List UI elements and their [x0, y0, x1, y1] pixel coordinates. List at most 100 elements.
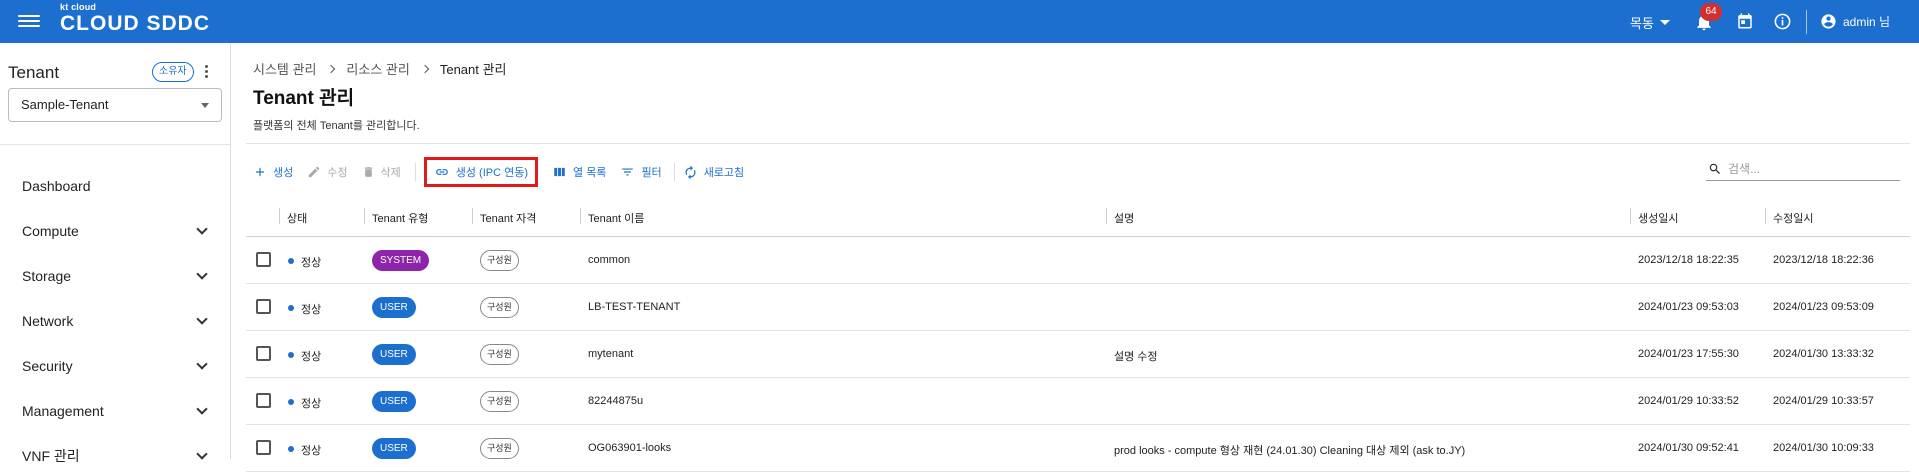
more-vert-icon[interactable]	[203, 64, 209, 80]
refresh-icon	[685, 165, 696, 179]
create-button[interactable]: 생성	[253, 164, 293, 180]
section-divider	[246, 143, 1910, 144]
tenant-name[interactable]: mytenant	[588, 348, 633, 360]
owner-badge: 소유자	[152, 62, 194, 82]
sidebar-item-network[interactable]: Network	[0, 301, 230, 341]
modified-at: 2023/12/18 18:22:36	[1773, 254, 1874, 266]
main-content: 시스템 관리 리소스 관리 Tenant 관리 Tenant 관리 플랫폼의 전…	[232, 43, 1919, 472]
sidebar-item-storage[interactable]: Storage	[0, 256, 230, 296]
logo-small-text: kt cloud	[60, 2, 97, 12]
app-logo[interactable]: kt cloud CLOUD SDDC	[60, 2, 210, 35]
dropdown-arrow-icon	[201, 103, 209, 108]
chevron-right-icon	[327, 64, 336, 73]
create-ipc-label: 생성 (IPC 연동)	[455, 167, 529, 179]
status-text: 정상	[301, 304, 322, 316]
top-app-bar: kt cloud CLOUD SDDC 목동 64 admin 님	[0, 0, 1919, 43]
row-checkbox[interactable]	[256, 299, 271, 314]
header-divider	[1806, 10, 1807, 34]
column-header-name[interactable]: Tenant 이름	[579, 208, 644, 226]
status-dot-icon	[288, 305, 294, 311]
user-name: admin 님	[1843, 15, 1891, 29]
tenant-name[interactable]: common	[588, 254, 630, 266]
tenant-role-chip: 구성원	[480, 344, 519, 365]
sidebar-item-security[interactable]: Security	[0, 346, 230, 386]
breadcrumb-current: Tenant 관리	[439, 62, 507, 77]
delete-button[interactable]: 삭제	[362, 164, 401, 180]
tenant-type-badge: USER	[372, 344, 416, 365]
sidebar-item-management[interactable]: Management	[0, 391, 230, 431]
breadcrumb-item[interactable]: 리소스 관리	[346, 59, 409, 78]
column-header-description[interactable]: 설명	[1105, 208, 1134, 226]
tenant-type-badge: USER	[372, 438, 416, 459]
tenant-type-badge: SYSTEM	[372, 250, 430, 271]
tenant-name[interactable]: OG063901-looks	[588, 442, 671, 454]
modified-at: 2024/01/23 09:53:09	[1773, 301, 1874, 313]
search-input[interactable]	[1728, 161, 1888, 176]
table-body: 정상 SYSTEM 구성원 common 2023/12/18 18:22:35 2023…	[246, 237, 1910, 472]
tenant-description: 설명 수정	[1114, 351, 1158, 363]
chevron-down-icon	[196, 223, 208, 235]
user-menu[interactable]: admin 님	[1820, 13, 1890, 30]
page-description: 플랫폼의 전체 Tenant를 관리합니다.	[253, 120, 420, 132]
column-header-type[interactable]: Tenant 유형	[363, 208, 428, 226]
table-row[interactable]: 정상 USER 구성원 LB-TEST-TENANT 2024/01/23 09:53:…	[246, 284, 1910, 331]
sidebar-item-compute[interactable]: Compute	[0, 211, 230, 251]
info-icon[interactable]	[1773, 12, 1792, 31]
create-ipc-button[interactable]: 생성 (IPC 연동)	[423, 157, 539, 187]
filter-list-icon	[622, 168, 634, 176]
tenant-select[interactable]: Sample-Tenant	[8, 88, 222, 122]
column-header-role[interactable]: Tenant 자격	[471, 208, 536, 226]
sidebar-divider	[0, 144, 230, 145]
column-header-created[interactable]: 생성일시	[1629, 208, 1678, 226]
created-at: 2024/01/29 10:33:52	[1638, 395, 1739, 407]
status-text: 정상	[301, 351, 322, 363]
row-checkbox[interactable]	[256, 346, 271, 361]
breadcrumb-item[interactable]: 시스템 관리	[253, 59, 316, 78]
table-row[interactable]: 정상 USER 구성원 mytenant 설명 수정 2024/01/23 17:55:3…	[246, 331, 1910, 378]
chevron-down-icon	[196, 268, 208, 280]
calendar-icon[interactable]	[1736, 12, 1754, 30]
sidebar-item-label: VNF 관리	[22, 448, 80, 464]
sidebar-item-label: Management	[22, 403, 104, 419]
tenant-name[interactable]: LB-TEST-TENANT	[588, 301, 680, 313]
filter-label: 필터	[641, 167, 662, 179]
table-row[interactable]: 정상 USER 구성원 82244875u 2024/01/29 10:33:52 202…	[246, 378, 1910, 425]
toolbar-divider	[414, 163, 416, 181]
edit-button[interactable]: 수정	[307, 164, 348, 180]
columns-button[interactable]: 열 목록	[552, 164, 606, 180]
row-checkbox[interactable]	[256, 393, 271, 408]
table-row[interactable]: 정상 SYSTEM 구성원 common 2023/12/18 18:22:35 2023…	[246, 237, 1910, 284]
trash-icon	[364, 167, 372, 177]
sidebar-item-label: Network	[22, 313, 74, 329]
tenant-label: Tenant	[8, 63, 60, 82]
tenant-table: 상태 Tenant 유형 Tenant 자격 Tenant 이름 설명 생성일시…	[246, 198, 1910, 472]
tenant-name[interactable]: 82244875u	[588, 395, 643, 407]
tenant-type-badge: USER	[372, 297, 416, 318]
notification-count-badge: 64	[1700, 3, 1722, 21]
hamburger-menu-icon[interactable]	[18, 12, 40, 30]
table-row[interactable]: 정상 USER 구성원 OG063901-looks prod looks - comp…	[246, 425, 1910, 472]
sidebar-item-vnf[interactable]: VNF 관리	[0, 436, 230, 476]
edit-label: 수정	[327, 167, 348, 179]
plus-icon	[255, 167, 265, 177]
page-title: Tenant 관리	[253, 88, 355, 109]
column-header-status[interactable]: 상태	[278, 208, 307, 226]
created-at: 2024/01/30 09:52:41	[1638, 442, 1739, 454]
sidebar-item-dashboard[interactable]: Dashboard	[0, 166, 230, 206]
modified-at: 2024/01/30 13:33:32	[1773, 348, 1874, 360]
refresh-button[interactable]: 새로고침	[683, 164, 744, 180]
sidebar: Tenant 소유자 Sample-Tenant Dashboard Compu…	[0, 43, 231, 464]
region-selector[interactable]: 목동	[1630, 13, 1670, 32]
row-checkbox[interactable]	[256, 440, 271, 455]
status-dot-icon	[288, 446, 294, 452]
created-at: 2024/01/23 17:55:30	[1638, 348, 1739, 360]
columns-label: 열 목록	[573, 167, 607, 179]
caret-down-icon	[1659, 20, 1670, 25]
status-dot-icon	[288, 399, 294, 405]
chevron-right-icon	[420, 64, 430, 73]
row-checkbox[interactable]	[256, 252, 271, 267]
filter-button[interactable]: 필터	[620, 164, 662, 180]
chevron-down-icon	[196, 313, 208, 325]
column-header-modified[interactable]: 수정일시	[1764, 208, 1813, 226]
tenant-role-chip: 구성원	[480, 250, 519, 271]
